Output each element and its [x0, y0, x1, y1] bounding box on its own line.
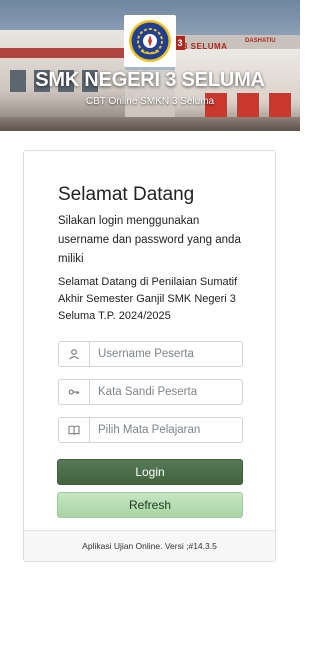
subject-field — [58, 417, 243, 443]
school-name: SMK NEGERI 3 SELUMA — [35, 69, 265, 91]
password-input[interactable] — [90, 380, 242, 404]
school-logo — [124, 15, 176, 67]
banner-sign: 3 SELUMA — [183, 42, 228, 51]
subject-select[interactable] — [90, 418, 242, 442]
banner-ground — [0, 117, 300, 131]
password-field — [58, 379, 243, 405]
school-emblem-icon — [129, 20, 171, 62]
welcome-title: Selamat Datang — [58, 184, 195, 205]
key-icon — [59, 380, 90, 404]
user-icon — [59, 342, 90, 366]
app-version-footer: Aplikasi Ujian Online. Versi ;#14.3.5 — [24, 530, 275, 561]
book-icon — [59, 418, 90, 442]
username-field — [58, 341, 243, 367]
login-button[interactable]: Login — [57, 459, 243, 485]
login-instruction: Silakan login menggunakan username dan p… — [58, 215, 241, 265]
login-card: Selamat Datang Silakan login menggunakan… — [23, 150, 276, 562]
banner-sign-right: DASHATIU — [245, 38, 276, 44]
app-subtitle: CBT Online SMKN 3 Seluma — [85, 96, 215, 107]
refresh-button[interactable]: Refresh — [57, 492, 243, 518]
exam-description: Selamat Datang di Penilaian Sumatif Akhi… — [58, 276, 238, 322]
username-input[interactable] — [90, 342, 242, 366]
